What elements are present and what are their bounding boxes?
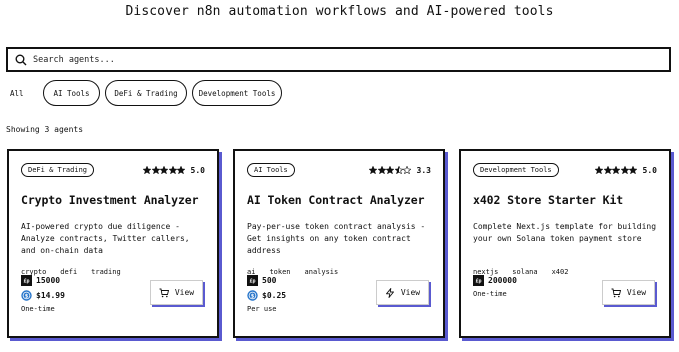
star-rating — [143, 166, 186, 174]
cart-icon — [159, 288, 169, 297]
token-icon: £p — [21, 275, 32, 286]
filter-bar: All AI Tools DeFi & Trading Development … — [6, 80, 287, 106]
pricing-note: Per use — [247, 305, 277, 313]
rating-value: 5.0 — [642, 165, 657, 175]
lightning-icon — [385, 287, 394, 298]
star-rating — [369, 166, 412, 174]
pricing-note: One-time — [21, 305, 55, 313]
card-title: x402 Store Starter Kit — [473, 193, 624, 207]
filter-defi-trading[interactable]: DeFi & Trading — [105, 80, 187, 106]
star-empty-icon — [403, 166, 412, 174]
card-title: Crypto Investment Analyzer — [21, 193, 199, 207]
star-full-icon — [603, 166, 612, 174]
card-description: Complete Next.js template for building y… — [473, 222, 657, 243]
card-description: Pay-per-use token contract analysis - Ge… — [247, 222, 426, 255]
star-half-icon — [394, 166, 403, 174]
star-full-icon — [629, 166, 638, 174]
rating: 3.3 — [369, 166, 431, 175]
results-count: Showing 3 agents — [6, 125, 84, 134]
category-tag: Development Tools — [473, 163, 559, 177]
svg-text:£p: £p — [23, 279, 29, 285]
cart-icon — [611, 288, 621, 297]
usdc-icon: $ — [21, 290, 32, 301]
star-full-icon — [369, 166, 378, 174]
view-button-label: View — [626, 288, 647, 297]
search-icon — [15, 54, 27, 65]
search-input[interactable] — [33, 54, 669, 65]
view-button[interactable]: View — [376, 280, 429, 305]
filter-all[interactable]: All — [6, 80, 38, 106]
star-full-icon — [168, 166, 177, 174]
agent-card[interactable]: DeFi & Trading 5.0 Crypto Investment Ana… — [7, 149, 219, 338]
page-title: Discover n8n automation workflows and AI… — [125, 4, 554, 19]
search-bar[interactable] — [6, 47, 671, 72]
filter-ai-tools[interactable]: AI Tools — [43, 80, 100, 106]
star-full-icon — [612, 166, 621, 174]
star-full-icon — [386, 166, 395, 174]
star-full-icon — [160, 166, 169, 174]
card-title: AI Token Contract Analyzer — [247, 193, 425, 207]
filter-development-tools[interactable]: Development Tools — [192, 80, 282, 106]
rating-value: 3.3 — [416, 165, 431, 175]
token-icon: £p — [473, 275, 484, 286]
rating: 5.0 — [143, 166, 205, 175]
star-full-icon — [620, 166, 629, 174]
star-full-icon — [143, 166, 152, 174]
usdc-icon: $ — [247, 290, 258, 301]
star-full-icon — [377, 166, 386, 174]
star-full-icon — [177, 166, 186, 174]
view-button-label: View — [174, 288, 195, 297]
category-tag: AI Tools — [247, 163, 295, 177]
rating: 5.0 — [595, 166, 657, 175]
rating-value: 5.0 — [190, 165, 205, 175]
star-full-icon — [151, 166, 160, 174]
agent-card[interactable]: Development Tools 5.0 x402 Store Starter… — [459, 149, 671, 338]
view-button-label: View — [400, 288, 421, 297]
view-button[interactable]: View — [150, 280, 203, 305]
token-icon: £p — [247, 275, 258, 286]
svg-text:£p: £p — [249, 279, 255, 285]
view-button[interactable]: View — [602, 280, 655, 305]
agent-card[interactable]: AI Tools 3.3 AI Token Contract Analyzer … — [233, 149, 445, 338]
category-tag: DeFi & Trading — [21, 163, 95, 177]
svg-text:£p: £p — [475, 279, 481, 285]
card-description: AI-powered crypto due diligence - Analyz… — [21, 222, 190, 255]
star-full-icon — [595, 166, 604, 174]
star-rating — [595, 166, 638, 174]
